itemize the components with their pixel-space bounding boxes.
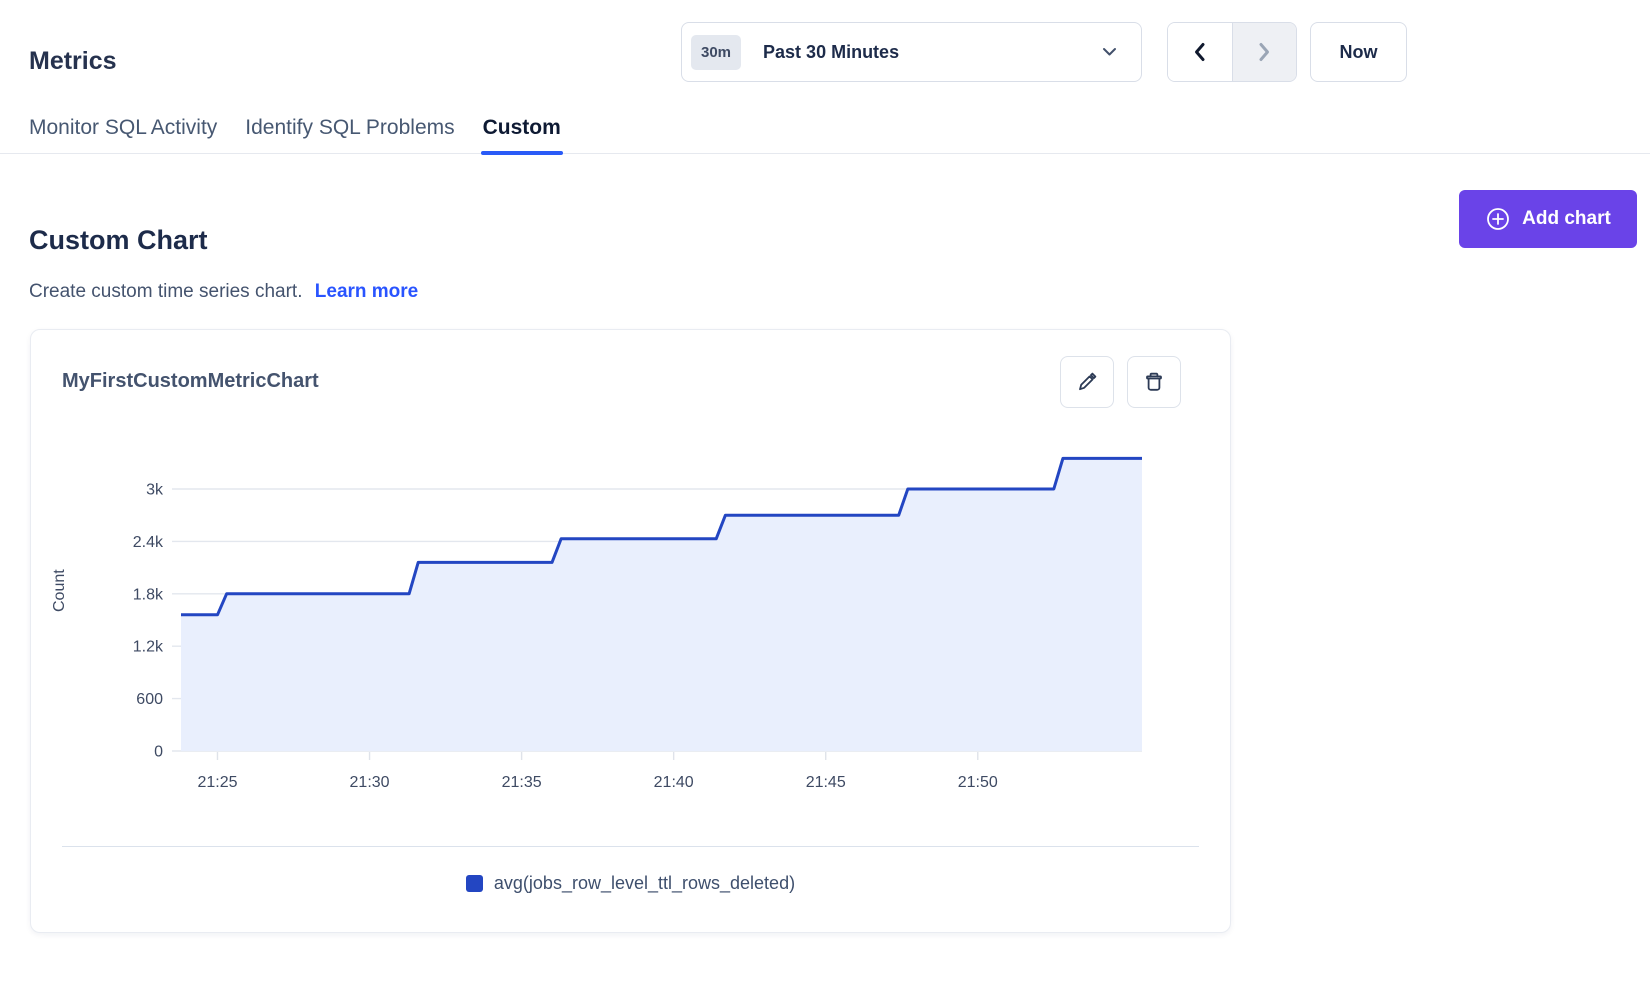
edit-chart-button[interactable]: [1060, 356, 1114, 408]
section-heading: Custom Chart: [29, 225, 208, 256]
active-tab-indicator: [481, 151, 563, 155]
learn-more-link[interactable]: Learn more: [315, 281, 418, 302]
prev-time-window-button[interactable]: [1168, 23, 1232, 81]
chevron-down-icon: [1102, 47, 1117, 57]
time-window-nav: [1167, 22, 1297, 82]
timeseries-svg: 0 600 1.2k 1.8k 2.4k 3k 21:25 21:30 21:35 21:40 21…: [41, 425, 1152, 805]
chevron-left-icon: [1190, 41, 1210, 63]
delete-chart-button[interactable]: [1127, 356, 1181, 408]
x-tick-label: 21:25: [197, 774, 237, 791]
next-time-window-button[interactable]: [1232, 23, 1297, 81]
legend-label: avg(jobs_row_level_ttl_rows_deleted): [494, 873, 795, 894]
y-tick-label: 1.8k: [133, 586, 164, 603]
x-tick-label: 21:30: [350, 774, 390, 791]
time-range-badge: 30m: [691, 35, 741, 70]
now-button[interactable]: Now: [1310, 22, 1407, 82]
y-tick-label: 2.4k: [133, 534, 164, 551]
trash-icon: [1142, 370, 1166, 394]
x-tick-label: 21:35: [502, 774, 542, 791]
tab-label: Custom: [483, 116, 561, 140]
tab-label: Identify SQL Problems: [245, 116, 454, 140]
description-text: Create custom time series chart.: [29, 281, 302, 302]
y-tick-label: 0: [154, 744, 163, 761]
y-tick-label: 600: [136, 691, 163, 708]
series-fill: [181, 458, 1142, 751]
x-tick-label: 21:40: [654, 774, 694, 791]
tab-label: Monitor SQL Activity: [29, 116, 217, 140]
custom-chart-card: MyFirstCustomMetricChart Count 06001.2k1…: [30, 329, 1231, 933]
tab-monitor-sql-activity[interactable]: Monitor SQL Activity: [29, 103, 217, 153]
legend-divider: [62, 846, 1199, 847]
y-tick-label: 1.2k: [133, 639, 164, 656]
add-chart-label: Add chart: [1522, 208, 1611, 230]
chevron-right-icon: [1254, 41, 1274, 63]
y-tick-label: 3k: [146, 482, 164, 499]
x-tick-label: 21:45: [806, 774, 846, 791]
tab-custom[interactable]: Custom: [483, 103, 561, 153]
chart-title: MyFirstCustomMetricChart: [62, 370, 319, 393]
add-chart-button[interactable]: Add chart: [1459, 190, 1637, 248]
time-range-dropdown[interactable]: 30m Past 30 Minutes: [681, 22, 1142, 82]
pencil-icon: [1075, 370, 1099, 394]
tab-identify-sql-problems[interactable]: Identify SQL Problems: [245, 103, 454, 153]
legend-swatch: [466, 875, 483, 892]
section-description: Create custom time series chart. Learn m…: [29, 281, 418, 303]
x-tick-label: 21:50: [958, 774, 998, 791]
chart-legend[interactable]: avg(jobs_row_level_ttl_rows_deleted): [31, 873, 1230, 894]
page-title: Metrics: [29, 47, 117, 76]
time-range-label: Past 30 Minutes: [763, 42, 1102, 63]
plus-circle-icon: [1485, 206, 1511, 232]
tab-bar: Monitor SQL Activity Identify SQL Proble…: [0, 103, 1650, 154]
